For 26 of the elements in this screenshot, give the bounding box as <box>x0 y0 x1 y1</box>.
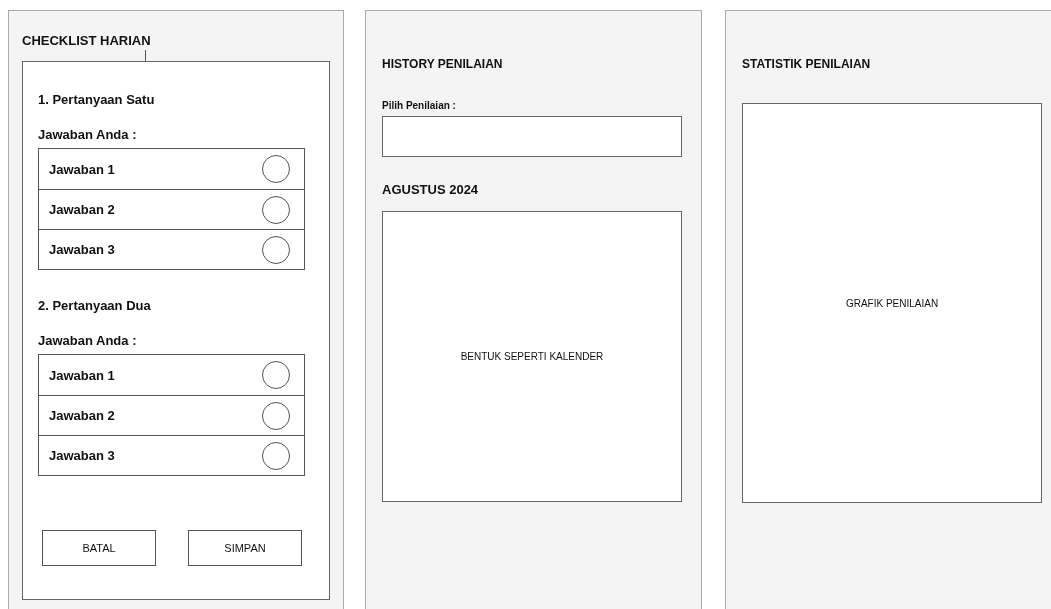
month-title: AGUSTUS 2024 <box>382 182 480 199</box>
placeholder-text: BENTUK SEPERTI KALENDER <box>460 351 604 362</box>
answer-option[interactable]: Jawaban 2 <box>39 395 304 435</box>
question-text: 1. Pertanyaan Satu <box>38 92 156 109</box>
field-label: Pilih Penilaian : <box>382 100 457 113</box>
select-field[interactable] <box>382 116 682 157</box>
answer-option[interactable]: Jawaban 1 <box>39 149 304 189</box>
radio-button[interactable] <box>262 441 290 470</box>
panel-title: STATISTIK PENILAIAN <box>742 57 872 73</box>
panel-title: CHECKLIST HARIAN <box>22 33 152 50</box>
answer-option[interactable]: Jawaban 3 <box>39 435 304 475</box>
radio-button[interactable] <box>262 361 290 389</box>
placeholder-text: GRAFIK PENILAIAN <box>845 297 939 309</box>
cancel-button[interactable]: BATAL <box>42 530 156 566</box>
answer-label: Jawaban Anda : <box>38 127 138 144</box>
answer-option[interactable]: Jawaban 1 <box>39 355 304 395</box>
answer-label: Jawaban Anda : <box>38 333 138 350</box>
radio-button[interactable] <box>262 401 290 430</box>
panel-title: HISTORY PENILAIAN <box>382 57 504 73</box>
answer-option[interactable]: Jawaban 2 <box>39 189 304 229</box>
radio-button[interactable] <box>262 195 290 224</box>
save-button[interactable]: SIMPAN <box>188 530 302 566</box>
radio-button[interactable] <box>262 155 290 183</box>
question-text: 2. Pertanyaan Dua <box>38 298 152 315</box>
radio-button[interactable] <box>262 235 290 264</box>
answer-option[interactable]: Jawaban 3 <box>39 229 304 269</box>
